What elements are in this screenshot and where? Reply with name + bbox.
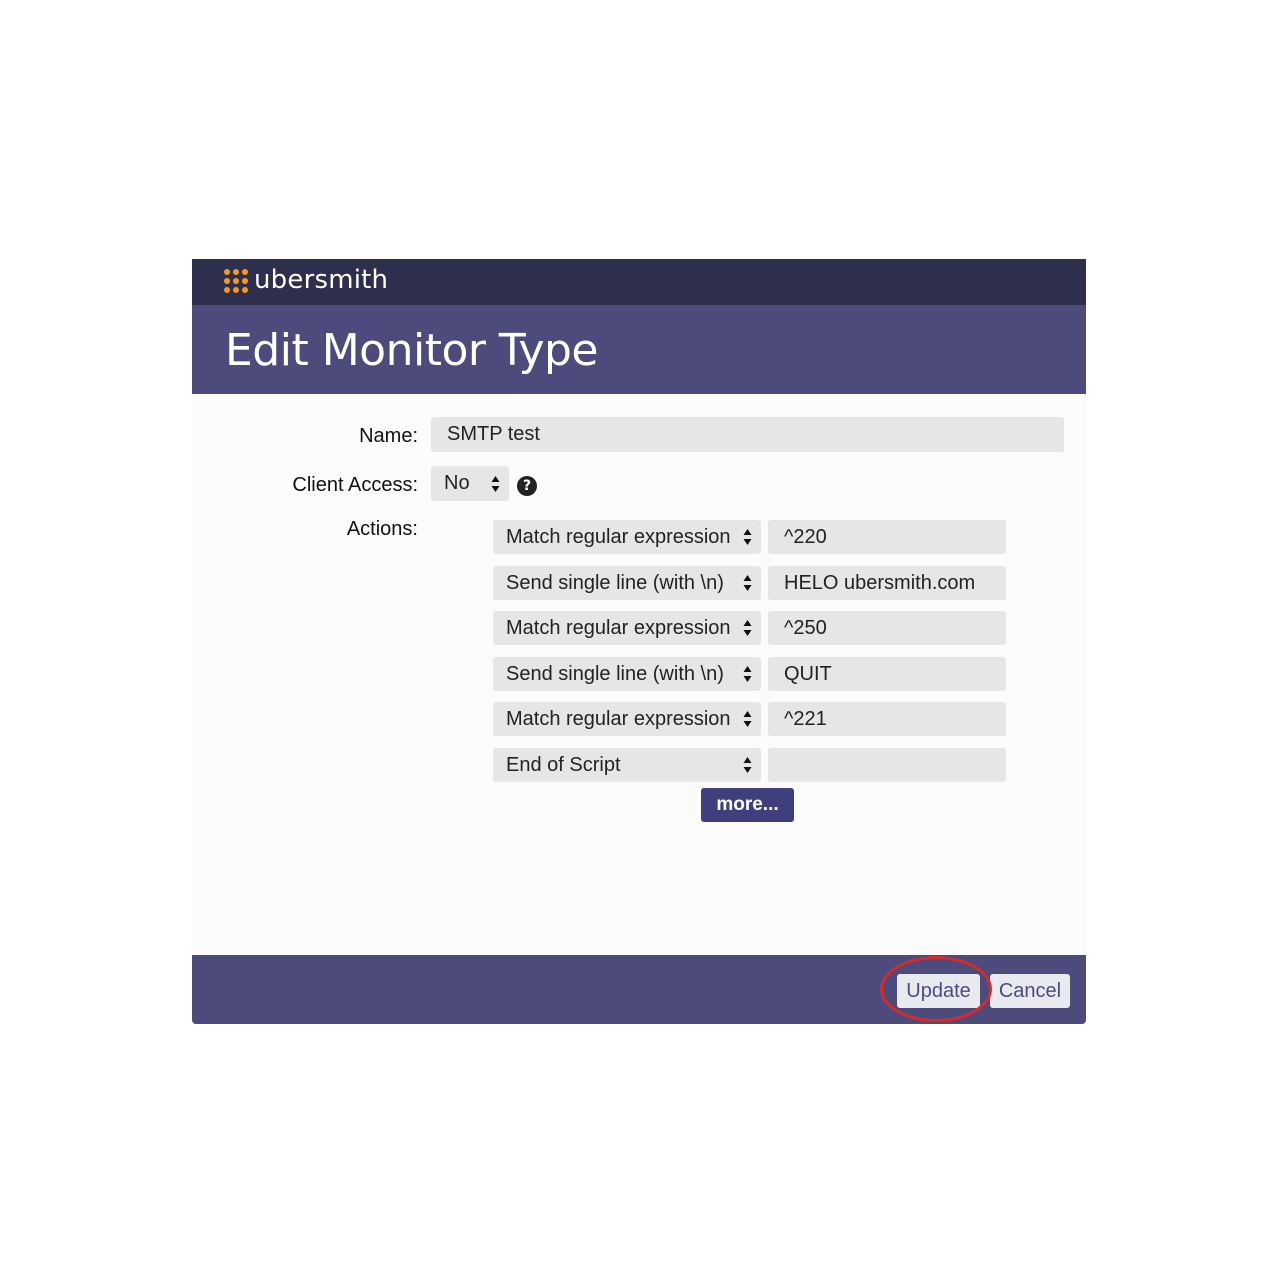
action-type-select-6[interactable]: End of Script xyxy=(493,748,761,782)
name-input[interactable]: SMTP test xyxy=(431,417,1064,452)
action-type-select-1[interactable]: Match regular expression xyxy=(493,520,761,554)
question-circle-icon[interactable]: ? xyxy=(517,476,537,496)
select-arrows-icon xyxy=(743,711,752,727)
action-value-input-4[interactable]: QUIT xyxy=(768,657,1006,691)
client-access-label: Client Access: xyxy=(292,474,418,496)
action-value-input-2[interactable]: HELO ubersmith.com xyxy=(768,566,1006,600)
select-arrows-icon xyxy=(743,757,752,773)
action-type-value: Send single line (with \n) xyxy=(506,571,724,594)
title-bar: Edit Monitor Type xyxy=(192,305,1086,394)
select-arrows-icon xyxy=(491,475,500,492)
actions-label: Actions: xyxy=(346,518,418,540)
action-type-select-5[interactable]: Match regular expression xyxy=(493,702,761,736)
select-arrows-icon xyxy=(743,666,752,682)
action-type-value: Match regular expression xyxy=(506,707,731,730)
action-type-select-2[interactable]: Send single line (with \n) xyxy=(493,566,761,600)
action-value-input-1[interactable]: ^220 xyxy=(768,520,1006,554)
action-type-value: Match regular expression xyxy=(506,525,731,548)
action-value-input-5[interactable]: ^221 xyxy=(768,702,1006,736)
select-arrows-icon xyxy=(743,529,752,545)
action-value-input-3[interactable]: ^250 xyxy=(768,611,1006,645)
cancel-button[interactable]: Cancel xyxy=(990,974,1070,1008)
dialog-footer: Update Cancel xyxy=(192,955,1086,1024)
name-label: Name: xyxy=(359,425,418,447)
action-value-input-6[interactable] xyxy=(768,748,1006,782)
brand-name: ubersmith xyxy=(254,265,389,295)
action-type-select-4[interactable]: Send single line (with \n) xyxy=(493,657,761,691)
select-arrows-icon xyxy=(743,575,752,591)
update-button[interactable]: Update xyxy=(897,974,980,1008)
action-type-value: End of Script xyxy=(506,753,621,776)
client-access-value: No xyxy=(444,472,470,494)
action-type-value: Match regular expression xyxy=(506,616,731,639)
ubersmith-logo-icon xyxy=(224,269,248,293)
client-access-select[interactable]: No xyxy=(431,466,509,501)
page-title: Edit Monitor Type xyxy=(225,325,599,376)
edit-monitor-type-dialog: ubersmith Edit Monitor Type Name: SMTP t… xyxy=(192,259,1086,1024)
action-type-value: Send single line (with \n) xyxy=(506,662,724,685)
more-actions-button[interactable]: more... xyxy=(701,788,794,822)
top-bar: ubersmith xyxy=(192,259,1086,305)
select-arrows-icon xyxy=(743,620,752,636)
action-type-select-3[interactable]: Match regular expression xyxy=(493,611,761,645)
